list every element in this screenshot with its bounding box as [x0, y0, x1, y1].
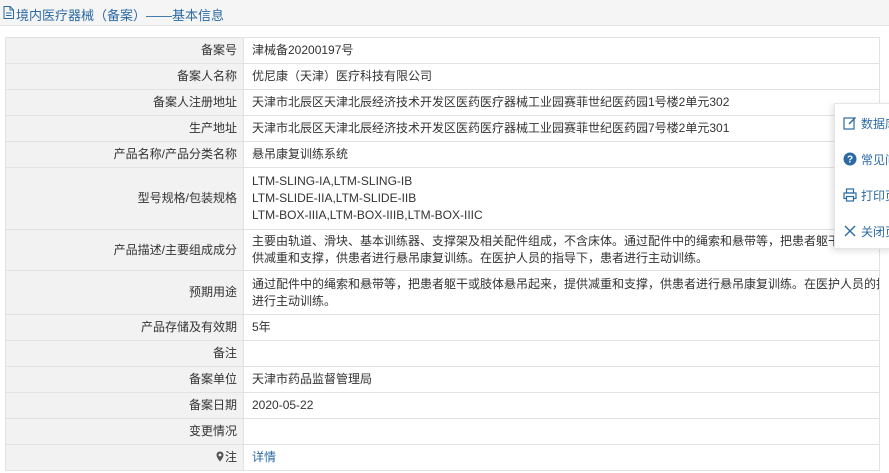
side-panel-database-button[interactable]: 数据库: [835, 106, 889, 140]
page-header: 境内医疗器械（备案）——基本信息: [0, 0, 889, 26]
field-label: 备注: [5, 340, 244, 367]
page-title: 境内医疗器械（备案）——基本信息: [16, 8, 225, 23]
side-panel-print-button[interactable]: 打印页: [835, 178, 889, 212]
field-value: [243, 418, 880, 445]
side-panel-label: 关闭页: [861, 224, 889, 239]
field-value: 悬吊康复训练系统: [243, 141, 880, 168]
description-line: 供减重和支撑，供患者进行悬吊康复训练。在医护人员的指导下，患者进行主动训练。: [252, 251, 709, 265]
field-value: 通过配件中的绳索和悬带等，把患者躯干或肢体悬吊起来，提供减重和支撑，供患者进行悬…: [243, 270, 880, 315]
note-label-text: 注: [224, 450, 237, 464]
model-spec-line: LTM-SLIDE-IIA,LTM-SLIDE-IIB: [252, 191, 417, 205]
field-label: 备案单位: [5, 366, 244, 393]
field-label: 备案人名称: [5, 63, 244, 90]
table-row: 备案人名称 优尼康（天津）医疗科技有限公司: [5, 63, 880, 90]
field-label: 产品描述/主要组成成分: [5, 229, 244, 271]
details-link[interactable]: 详情: [252, 450, 276, 464]
table-row: 产品存储及有效期 5年: [5, 314, 880, 341]
field-label: 备案日期: [5, 392, 244, 419]
field-label: 预期用途: [5, 270, 244, 315]
svg-text:?: ?: [847, 155, 853, 166]
field-value: 天津市北辰区天津北辰经济技术开发区医药医疗器械工业园赛菲世纪医药园1号楼2单元3…: [243, 89, 880, 116]
intended-use-line: 进行主动训练。: [252, 293, 337, 308]
side-panel-close-button[interactable]: 关闭页: [835, 214, 889, 248]
close-icon: [844, 225, 856, 237]
table-row: 预期用途 通过配件中的绳索和悬带等，把患者躯干或肢体悬吊起来，提供减重和支撑，供…: [5, 270, 880, 315]
side-panel-faq-button[interactable]: ? 常见问: [835, 142, 889, 176]
side-panel-label: 数据库: [861, 116, 889, 131]
table-row: 注 详情: [5, 444, 880, 471]
table-row: 备注: [5, 340, 880, 367]
table-row: 备案单位 天津市药品监督管理局: [5, 366, 880, 393]
info-table: 备案号 津械备20200197号 备案人名称 优尼康（天津）医疗科技有限公司 备…: [5, 37, 880, 471]
field-value: 2020-05-22: [243, 392, 880, 419]
model-spec-line: LTM-BOX-IIIA,LTM-BOX-IIIB,LTM-BOX-IIIC: [252, 208, 483, 222]
intended-use-line: 通过配件中的绳索和悬带等，把患者躯干或肢体悬吊起来，提供减重和支撑，供患者进行悬…: [252, 276, 880, 291]
table-row: 产品描述/主要组成成分 主要由轨道、滑块、基本训练器、支撑架及相关配件组成，不含…: [5, 229, 880, 271]
field-value: 5年: [243, 314, 880, 341]
field-label: 变更情况: [5, 418, 244, 445]
field-label: 备案号: [5, 37, 244, 64]
description-line: 主要由轨道、滑块、基本训练器、支撑架及相关配件组成，不含床体。通过配件中的绳索和…: [252, 234, 880, 248]
model-spec-line: LTM-SLING-IA,LTM-SLING-IB: [252, 174, 413, 188]
note-label: 注: [5, 444, 244, 471]
table-row: 生产地址 天津市北辰区天津北辰经济技术开发区医药医疗器械工业园赛菲世纪医药园7号…: [5, 115, 880, 142]
field-label: 型号规格/包装规格: [5, 167, 244, 230]
table-row: 变更情况: [5, 418, 880, 445]
field-value: 天津市北辰区天津北辰经济技术开发区医药医疗器械工业园赛菲世纪医药园7号楼2单元3…: [243, 115, 880, 142]
document-icon: [3, 6, 14, 19]
table-row: 备案号 津械备20200197号: [5, 37, 880, 64]
side-panel-label: 打印页: [861, 188, 889, 203]
side-panel-label: 常见问: [861, 152, 889, 167]
floating-side-panel: 数据库 ? 常见问 打印页 关闭页: [834, 103, 889, 249]
field-label: 生产地址: [5, 115, 244, 142]
table-row: 备案人注册地址 天津市北辰区天津北辰经济技术开发区医药医疗器械工业园赛菲世纪医药…: [5, 89, 880, 116]
help-icon: ?: [843, 152, 857, 166]
field-value: 天津市药品监督管理局: [243, 366, 880, 393]
table-row: 型号规格/包装规格 LTM-SLING-IA,LTM-SLING-IB LTM-…: [5, 167, 880, 230]
field-label: 产品存储及有效期: [5, 314, 244, 341]
print-icon: [843, 188, 857, 202]
field-value: 津械备20200197号: [243, 37, 880, 64]
edit-icon: [843, 117, 856, 130]
field-value: [243, 340, 880, 367]
table-row: 产品名称/产品分类名称 悬吊康复训练系统: [5, 141, 880, 168]
field-label: 产品名称/产品分类名称: [5, 141, 244, 168]
field-value: 详情: [243, 444, 880, 471]
field-value: LTM-SLING-IA,LTM-SLING-IB LTM-SLIDE-IIA,…: [243, 167, 880, 230]
table-row: 备案日期 2020-05-22: [5, 392, 880, 419]
field-value: 主要由轨道、滑块、基本训练器、支撑架及相关配件组成，不含床体。通过配件中的绳索和…: [243, 229, 880, 271]
field-value: 优尼康（天津）医疗科技有限公司: [243, 63, 880, 90]
location-pin-icon: [216, 451, 224, 462]
field-label: 备案人注册地址: [5, 89, 244, 116]
